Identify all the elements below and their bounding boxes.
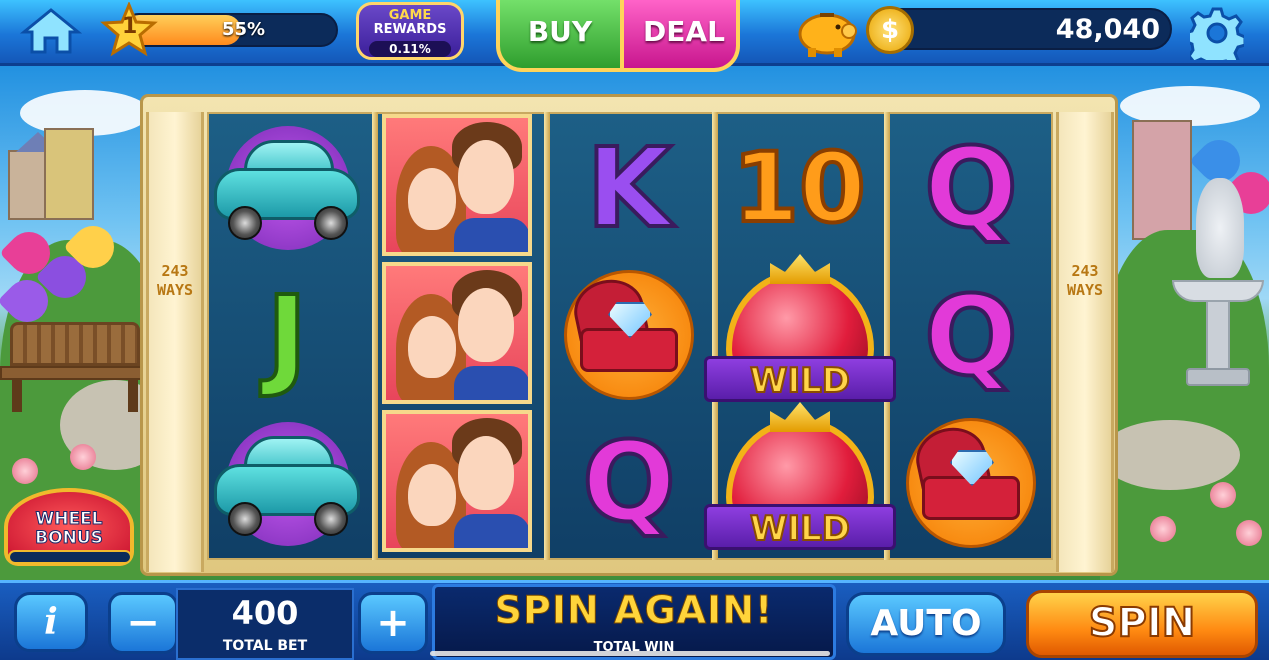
level-progress-label: 55% [222, 19, 266, 40]
wheel-bonus-progress [8, 550, 132, 564]
left-pillar: 243 WAYS [146, 112, 204, 572]
home-icon[interactable] [19, 6, 83, 56]
j-letter: J [265, 270, 310, 402]
k-symbol: K [552, 116, 706, 256]
crown-icon [770, 254, 830, 284]
info-button[interactable]: i [14, 592, 88, 652]
fountain [1172, 280, 1264, 390]
slot-game-screen: 55% 1 GAME REWARDS 0.11% BUY DEAL $ 48,0… [0, 0, 1269, 660]
rose [12, 458, 38, 484]
total-bet-value: 400 [231, 594, 299, 632]
cupid-statue [1196, 178, 1244, 278]
reel-separator [544, 112, 550, 560]
wild-label: WILD [749, 508, 851, 550]
ways-label-right: 243 WAYS [1066, 262, 1104, 299]
rose [1150, 516, 1176, 542]
game-rewards-subtitle: REWARDS [373, 22, 447, 37]
game-rewards-button[interactable]: GAME REWARDS 0.11% [356, 2, 464, 60]
house [1132, 120, 1192, 240]
auto-spin-button[interactable]: AUTO [846, 592, 1006, 656]
house [44, 128, 94, 220]
couple-symbol [382, 262, 532, 404]
q-letter: Q [922, 270, 1020, 402]
game-rewards-title: GAME [388, 8, 432, 23]
coin-balance: 48,040 [1055, 14, 1160, 45]
rose [1210, 482, 1236, 508]
garden-path [1100, 420, 1240, 490]
car-symbol [210, 412, 364, 552]
rose [70, 444, 96, 470]
couple-symbol [382, 114, 532, 256]
wild-symbol: WILD [704, 402, 896, 554]
crown-icon [770, 402, 830, 432]
park-bench [0, 322, 150, 412]
right-pillar: 243 WAYS [1056, 112, 1114, 572]
gear-icon[interactable] [1183, 6, 1247, 71]
piggy-bank-icon[interactable] [794, 4, 860, 58]
q-letter: Q [922, 122, 1020, 254]
q-symbol: Q [552, 410, 706, 550]
total-bet-label: TOTAL BET [222, 638, 308, 654]
reel-separator [372, 112, 378, 560]
wild-symbol: WILD [704, 254, 896, 406]
wild-label: WILD [749, 360, 851, 402]
ring-symbol [552, 262, 706, 402]
k-letter: K [584, 122, 673, 254]
buy-button[interactable]: BUY [500, 0, 620, 68]
win-message: SPIN AGAIN! [494, 588, 774, 633]
level-number: 1 [122, 14, 138, 39]
rose [1236, 520, 1262, 546]
q-letter: Q [580, 416, 678, 548]
q-symbol: Q [894, 264, 1048, 404]
ring-symbol [894, 410, 1048, 550]
decrease-bet-button[interactable]: − [108, 592, 178, 654]
ways-label-left: 243 WAYS [156, 262, 194, 299]
couple-symbol [382, 410, 532, 552]
coin-icon: $ [866, 6, 914, 54]
spin-button[interactable]: SPIN [1026, 590, 1258, 658]
wheel-bonus-line2: BONUS [35, 528, 104, 548]
game-rewards-percent: 0.11% [369, 41, 451, 57]
home-indicator[interactable] [430, 651, 830, 656]
car-symbol [210, 116, 364, 256]
deal-button[interactable]: DEAL [624, 0, 736, 68]
q-symbol: Q [894, 116, 1048, 256]
ten-symbol: 10 [722, 116, 876, 256]
ten-letter: 10 [730, 130, 868, 246]
wheel-bonus-line1: WHEEL [35, 509, 103, 529]
j-symbol: J [210, 264, 364, 404]
increase-bet-button[interactable]: + [358, 592, 428, 654]
buy-deal-group: BUY DEAL [496, 0, 740, 72]
